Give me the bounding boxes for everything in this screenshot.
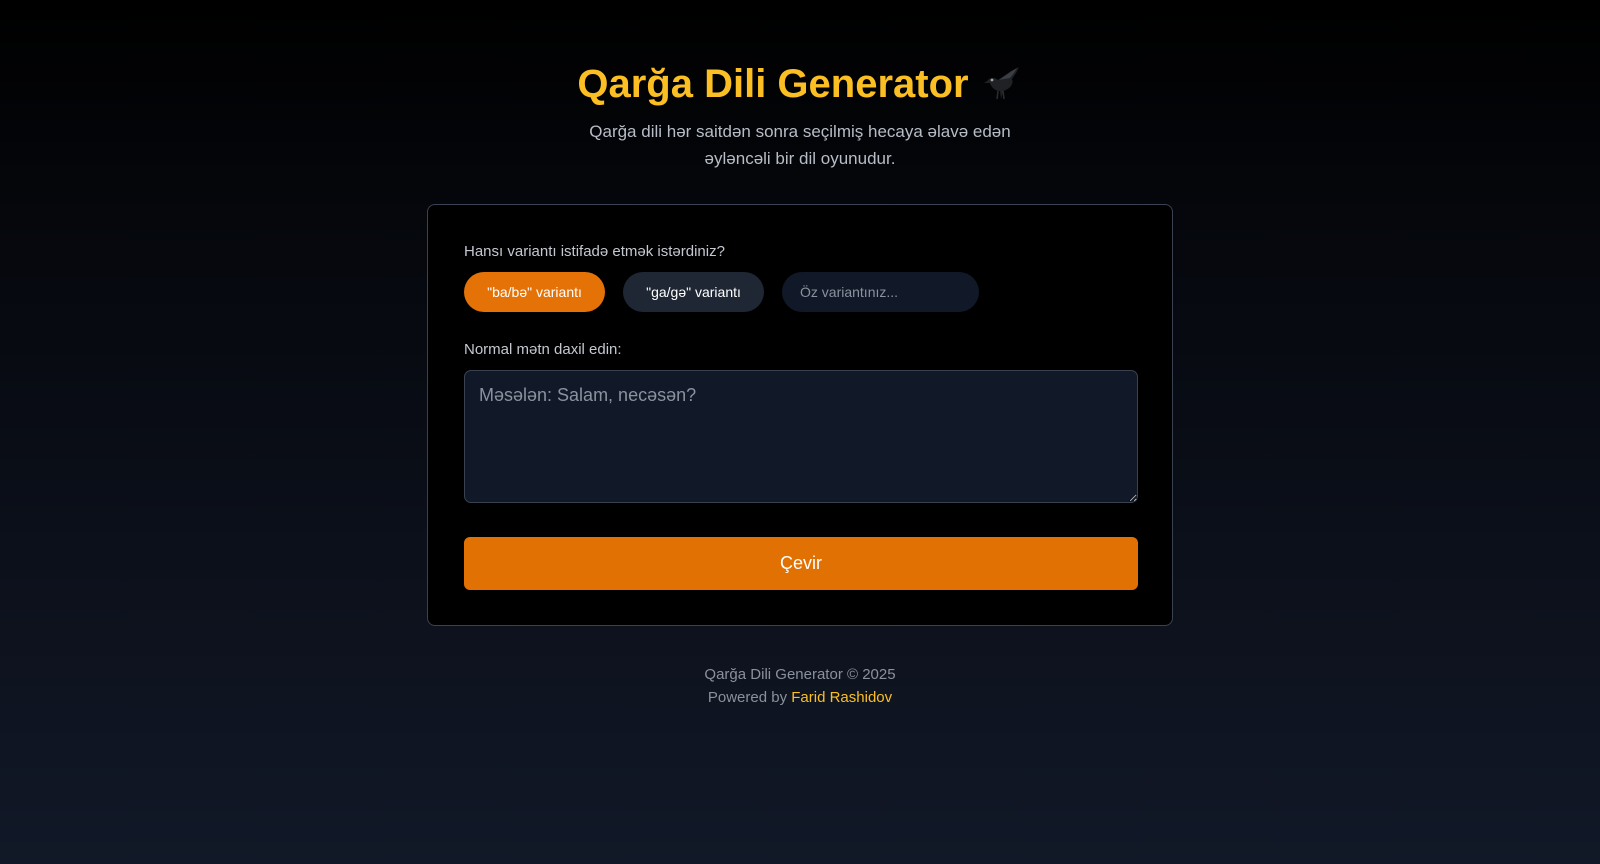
page-title: Qarğa Dili Generator xyxy=(577,56,1022,112)
variant-ga-ge-button[interactable]: "ga/gə" variantı xyxy=(623,272,764,312)
page-title-text: Qarğa Dili Generator xyxy=(577,62,969,106)
page-footer: Qarğa Dili Generator © 2025 Powered by F… xyxy=(0,663,1600,709)
source-text-input[interactable] xyxy=(464,370,1138,503)
variant-options: "ba/bə" variantı "ga/gə" variantı xyxy=(464,272,979,312)
page-subtitle: Qarğa dili hər saitdən sonra seçilmiş he… xyxy=(589,122,1011,168)
generator-card: Hansı variantı istifadə etmək istərdiniz… xyxy=(427,204,1173,626)
footer-powered-by: Powered by Farid Rashidov xyxy=(0,686,1600,709)
convert-button[interactable]: Çevir xyxy=(464,537,1138,590)
footer-author-link[interactable]: Farid Rashidov xyxy=(791,689,892,706)
variant-label: Hansı variantı istifadə etmək istərdiniz… xyxy=(464,243,725,260)
crow-icon xyxy=(981,64,1023,104)
text-input-label: Normal mətn daxil edin: xyxy=(464,341,622,358)
footer-powered-prefix: Powered by xyxy=(707,689,788,706)
custom-variant-input[interactable] xyxy=(782,272,979,312)
page-header: Qarğa Dili Generator Qarğa dili hər sait… xyxy=(0,56,1600,172)
variant-ba-be-button[interactable]: "ba/bə" variantı xyxy=(464,272,605,312)
footer-copyright: Qarğa Dili Generator © 2025 xyxy=(704,666,896,683)
